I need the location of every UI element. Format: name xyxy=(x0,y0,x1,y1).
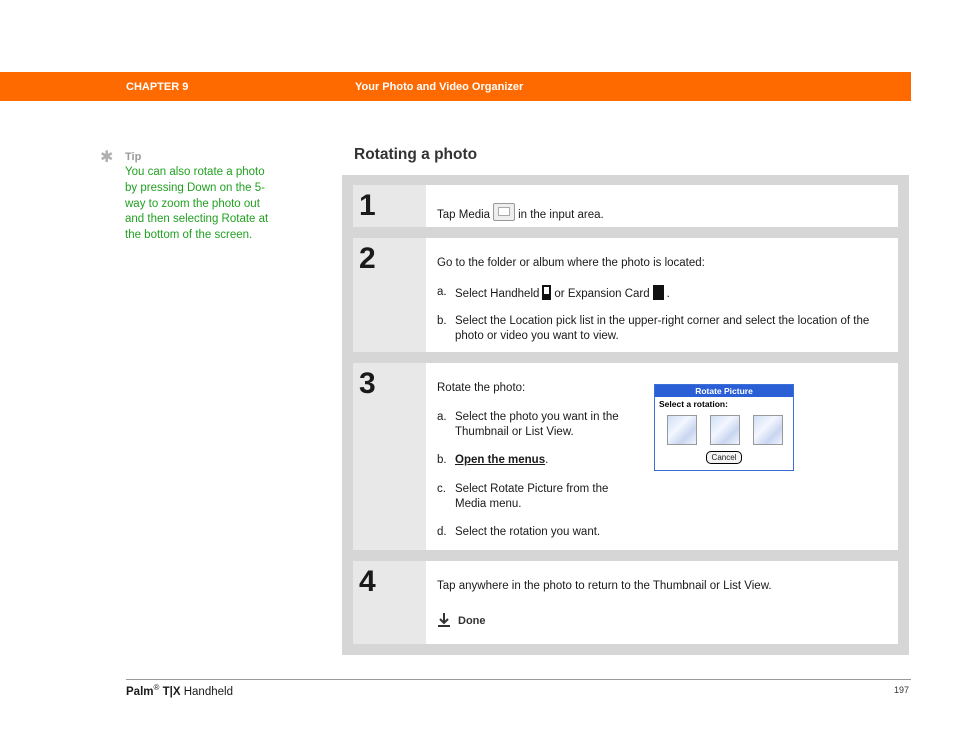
item-text-mid: or Expansion Card xyxy=(554,288,650,300)
open-menus-link[interactable]: Open the menus xyxy=(455,454,545,466)
footer-brand: Palm xyxy=(126,685,154,698)
step-number: 4 xyxy=(359,565,376,598)
chapter-number: CHAPTER 9 xyxy=(126,81,189,93)
rotation-option-thumbnail[interactable] xyxy=(667,415,697,445)
step-1-text-before: Tap Media xyxy=(437,209,491,221)
footer-model: T|X xyxy=(162,685,181,698)
step-4: 4 Tap anywhere in the photo to return to… xyxy=(353,561,898,644)
step-4-text: Tap anywhere in the photo to return to t… xyxy=(437,580,772,592)
step-3: 3 Rotate the photo: a. Select the photo … xyxy=(353,363,898,550)
rotation-option-thumbnail[interactable] xyxy=(753,415,783,445)
rotate-picture-dialog: Rotate Picture Select a rotation: Cancel xyxy=(654,384,794,471)
footer-divider xyxy=(126,679,911,680)
page-number: 197 xyxy=(894,685,910,695)
tip-label: Tip xyxy=(125,151,142,163)
step-number-column: 1 xyxy=(353,185,426,227)
item-label: a. xyxy=(437,286,447,298)
item-label: d. xyxy=(437,526,447,538)
step-1: 1 Tap Media in the input area. xyxy=(353,185,898,227)
step-number-column: 2 xyxy=(353,238,426,352)
footer-reg-mark: ® xyxy=(153,683,160,692)
step-number: 3 xyxy=(359,367,376,400)
step-number-column: 3 xyxy=(353,363,426,550)
step-number-column: 4 xyxy=(353,561,426,644)
step-1-text-after: in the input area. xyxy=(518,209,604,221)
item-text-after: . xyxy=(666,288,670,300)
dialog-title: Rotate Picture xyxy=(655,385,793,397)
step-2: 2 Go to the folder or album where the ph… xyxy=(353,238,898,352)
expansion-card-icon xyxy=(652,285,664,300)
done-arrow-icon xyxy=(438,613,450,627)
step-2-intro: Go to the folder or album where the phot… xyxy=(437,257,705,269)
item-label: c. xyxy=(437,483,446,495)
media-icon xyxy=(493,203,516,221)
footer-product: Palm® T|X Handheld xyxy=(126,683,233,698)
chapter-title: Your Photo and Video Organizer xyxy=(355,81,524,93)
item-label: b. xyxy=(437,454,447,466)
footer-product-name: Handheld xyxy=(183,685,233,698)
step-1-text: Tap Media in the input area. xyxy=(437,203,888,223)
dialog-subtitle: Select a rotation: xyxy=(659,399,728,409)
item-text: Select Handheld or Expansion Card. xyxy=(455,285,670,302)
item-text: Select the photo you want in the Thumbna… xyxy=(455,411,619,438)
section-title: Rotating a photo xyxy=(354,146,478,163)
done-label: Done xyxy=(458,615,486,627)
item-label: b. xyxy=(437,315,447,327)
step-number: 2 xyxy=(359,242,376,275)
item-text-before: Select Handheld xyxy=(455,288,540,300)
cancel-button[interactable]: Cancel xyxy=(706,451,742,464)
asterisk-icon: ✱ xyxy=(100,149,114,166)
rotation-option-thumbnail[interactable] xyxy=(710,415,740,445)
item-text: Select Rotate Picture from the Media men… xyxy=(455,483,609,510)
item-label: a. xyxy=(437,411,447,423)
handheld-icon xyxy=(542,285,552,300)
step-number: 1 xyxy=(359,189,376,222)
item-text: Select the Location pick list in the upp… xyxy=(455,315,870,342)
tip-text: You can also rotate a photo by pressing … xyxy=(125,166,269,242)
item-text: Open the menus. xyxy=(455,453,548,468)
item-text-after: . xyxy=(545,454,549,466)
item-text: Select the rotation you want. xyxy=(455,526,601,538)
